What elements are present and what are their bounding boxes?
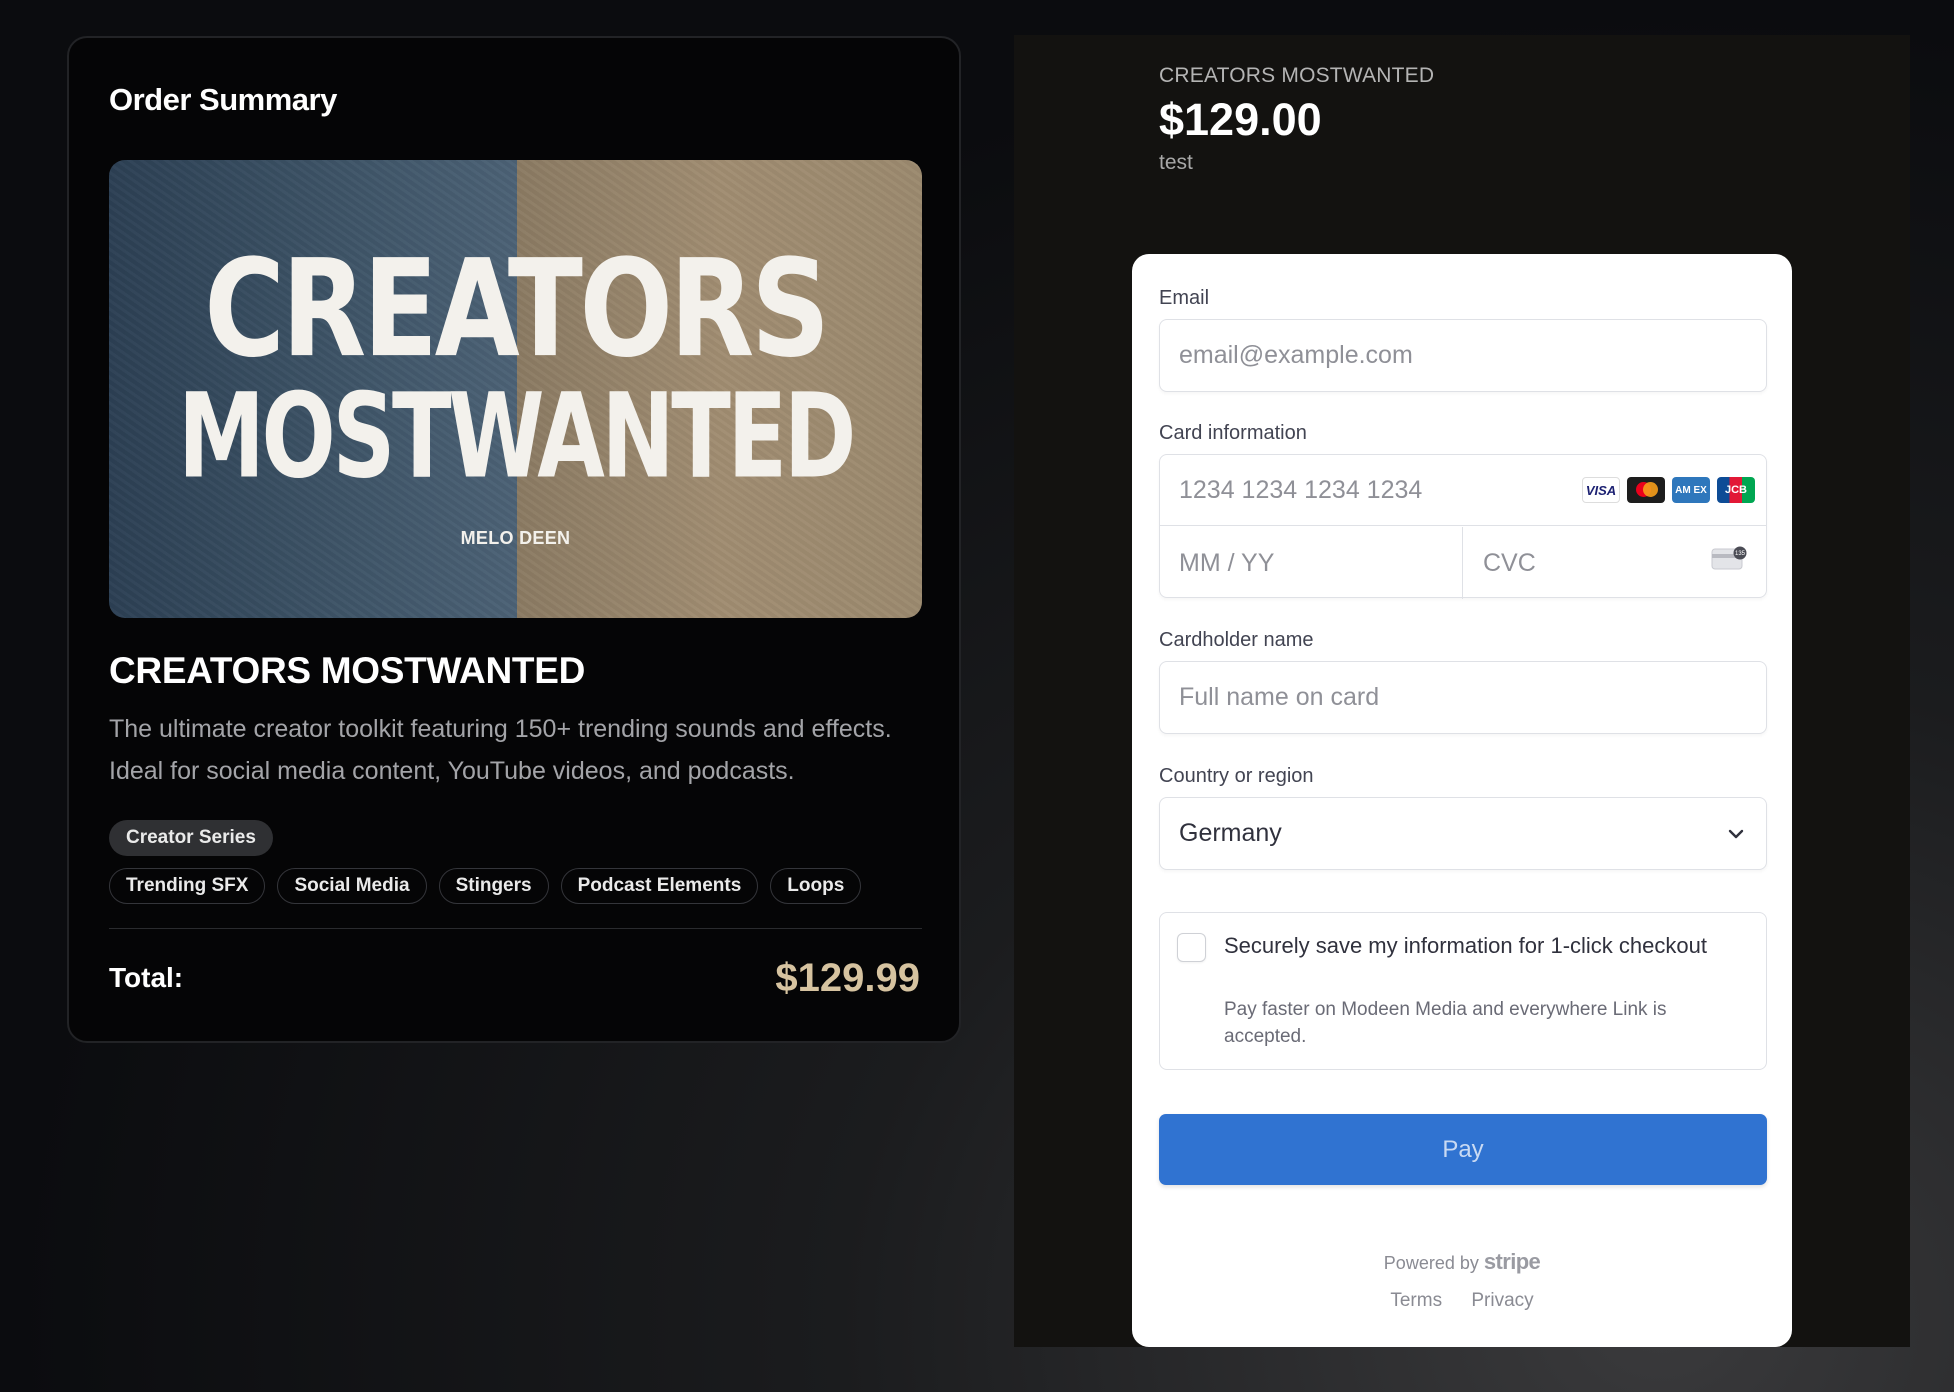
email-label: Email <box>1159 287 1210 309</box>
cvc-input[interactable]: CVC 135 <box>1464 527 1766 599</box>
card-info-group: 1234 1234 1234 1234 VISA AM EX JCB MM / … <box>1159 454 1767 599</box>
save-info-box: Securely save my information for 1-click… <box>1159 912 1767 1070</box>
chevron-down-icon <box>1728 829 1744 839</box>
cover-title-line1: CREATORS <box>204 231 830 388</box>
jcb-icon: JCB <box>1717 477 1755 503</box>
cvc-card-icon: 135 <box>1711 546 1747 570</box>
visa-icon: VISA <box>1582 477 1620 503</box>
order-summary-title: Order Summary <box>109 82 337 117</box>
save-info-subtitle: Pay faster on Modeen Media and everywher… <box>1224 999 1667 1047</box>
card-brands: VISA AM EX JCB <box>1582 477 1755 503</box>
payment-form: Email Card information 1234 1234 1234 12… <box>1132 254 1792 1347</box>
email-input[interactable] <box>1159 319 1767 392</box>
save-info-title: Securely save my information for 1-click… <box>1224 933 1707 958</box>
order-summary-card: Order Summary CREATORS MOSTWANTED MELO D… <box>67 36 961 1043</box>
tag-list: Trending SFX Social Media Stingers Podca… <box>109 868 862 904</box>
tag-loops: Loops <box>770 868 862 904</box>
cover-title-line2: MOSTWANTED <box>177 367 856 505</box>
checkout-description: test <box>1159 151 1193 174</box>
save-info-checkbox[interactable] <box>1177 933 1206 962</box>
tag-trending-sfx: Trending SFX <box>109 868 266 904</box>
mastercard-icon <box>1627 477 1665 503</box>
checkout-amount: $129.00 <box>1159 94 1322 145</box>
tag-social-media: Social Media <box>277 868 427 904</box>
divider <box>109 928 922 929</box>
powered-by: Powered by stripe <box>1132 1249 1792 1275</box>
expiry-input[interactable]: MM / YY <box>1160 527 1463 599</box>
tag-podcast-elements: Podcast Elements <box>560 868 759 904</box>
cardholder-label: Cardholder name <box>1159 629 1314 651</box>
series-badge: Creator Series <box>109 820 273 856</box>
card-info-label: Card information <box>1159 422 1307 444</box>
product-cover-image: CREATORS MOSTWANTED MELO DEEN <box>109 160 922 618</box>
product-name: CREATORS MOSTWANTED <box>109 650 585 691</box>
stripe-logo[interactable]: stripe <box>1484 1249 1541 1274</box>
card-number-input[interactable]: 1234 1234 1234 1234 VISA AM EX JCB <box>1160 455 1766 526</box>
pay-button[interactable]: Pay <box>1159 1114 1767 1185</box>
terms-link[interactable]: Terms <box>1390 1290 1442 1311</box>
cvc-placeholder: CVC <box>1483 548 1536 577</box>
cvc-badge-text: 135 <box>1735 551 1746 557</box>
product-description: The ultimate creator toolkit featuring 1… <box>109 715 892 785</box>
card-number-placeholder: 1234 1234 1234 1234 <box>1179 475 1423 504</box>
merchant-name: CREATORS MOSTWANTED <box>1159 64 1435 87</box>
cardholder-input[interactable] <box>1159 661 1767 734</box>
footer-links: Terms Privacy <box>1132 1290 1792 1312</box>
country-label: Country or region <box>1159 765 1314 787</box>
privacy-link[interactable]: Privacy <box>1471 1290 1533 1311</box>
cover-artist: MELO DEEN <box>460 528 571 548</box>
amex-icon: AM EX <box>1672 477 1710 503</box>
country-value: Germany <box>1179 819 1282 847</box>
powered-by-label: Powered by <box>1383 1253 1479 1273</box>
total-value: $129.99 <box>775 956 920 1000</box>
tag-stingers: Stingers <box>438 868 549 904</box>
country-select[interactable]: Germany <box>1159 797 1767 870</box>
total-label: Total: <box>109 962 184 993</box>
expiry-placeholder: MM / YY <box>1179 548 1275 577</box>
